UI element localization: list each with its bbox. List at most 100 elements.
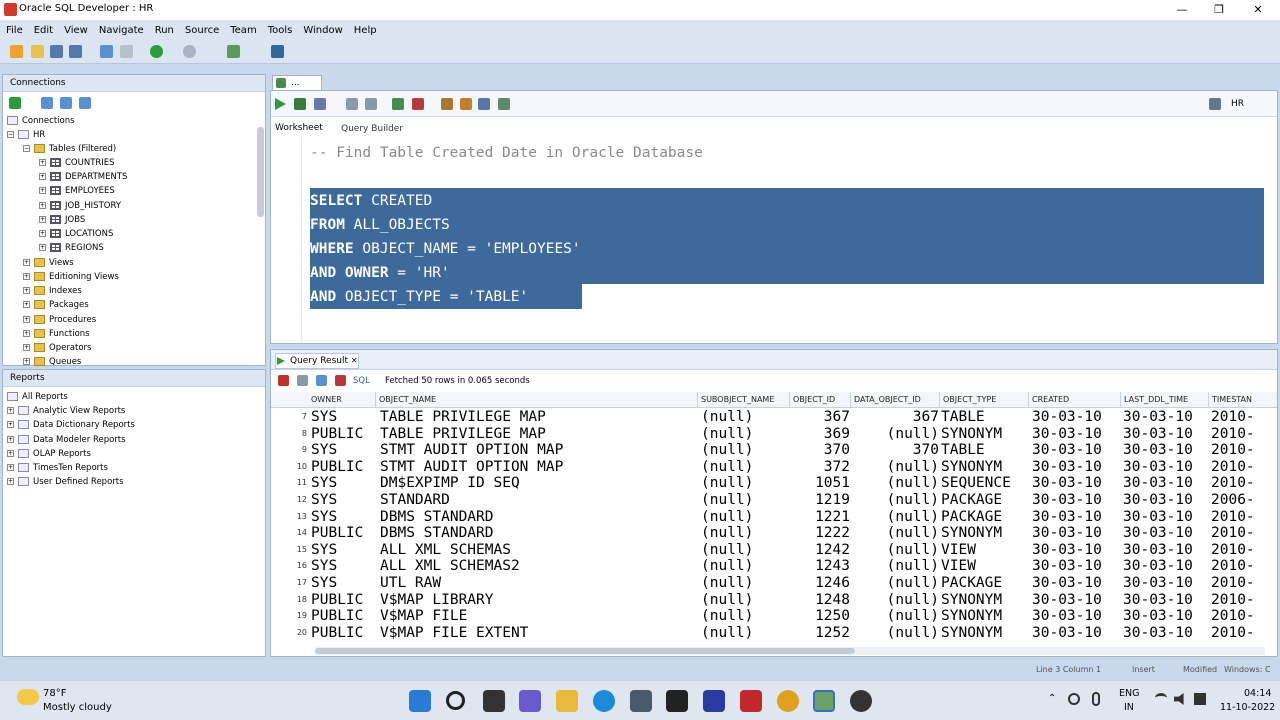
table-cell[interactable]: 1252: [790, 625, 850, 642]
report-item[interactable]: All Reports: [7, 390, 68, 404]
back-icon[interactable]: [150, 45, 163, 58]
table-cell[interactable]: 2010-: [1211, 525, 1277, 542]
table-cell[interactable]: (null): [851, 459, 939, 476]
table-cell[interactable]: 2010-: [1211, 575, 1277, 592]
table-cell[interactable]: SYNONYM: [941, 625, 1029, 642]
report-item[interactable]: + Data Modeler Reports: [7, 433, 126, 447]
table-cell[interactable]: ALL XML SCHEMAS: [380, 542, 698, 559]
add-connection-icon[interactable]: [9, 97, 21, 109]
explain-plan-icon[interactable]: [346, 98, 358, 110]
refresh-icon[interactable]: [316, 375, 327, 386]
table-row[interactable]: 8 PUBLIC TABLE PRIVILEGE MAP (null) 369 (null…: [271, 426, 1276, 443]
table-cell[interactable]: SYS: [311, 442, 379, 459]
table-cell[interactable]: 370: [790, 442, 850, 459]
run-script-icon[interactable]: [294, 98, 306, 110]
column-header[interactable]: OBJECT_NAME: [376, 392, 698, 408]
tree-node-views[interactable]: + Views: [23, 256, 74, 270]
tree-table[interactable]: + DEPARTMENTS: [39, 170, 127, 184]
table-cell[interactable]: 1248: [790, 592, 850, 609]
table-cell[interactable]: 30-03-10: [1032, 492, 1120, 509]
table-cell[interactable]: 30-03-10: [1123, 442, 1209, 459]
table-cell[interactable]: (null): [701, 426, 787, 443]
menu-help[interactable]: Help: [354, 25, 377, 36]
table-cell[interactable]: (null): [851, 542, 939, 559]
table-cell[interactable]: SEQUENCE: [941, 475, 1029, 492]
table-cell[interactable]: (null): [701, 542, 787, 559]
table-cell[interactable]: 30-03-10: [1123, 608, 1209, 625]
table-cell[interactable]: (null): [851, 592, 939, 609]
table-cell[interactable]: (null): [701, 625, 787, 642]
table-cell[interactable]: PACKAGE: [941, 492, 1029, 509]
new-icon[interactable]: [10, 45, 23, 58]
table-cell[interactable]: 30-03-10: [1123, 475, 1209, 492]
table-cell[interactable]: 30-03-10: [1123, 409, 1209, 426]
table-cell[interactable]: 30-03-10: [1032, 608, 1120, 625]
horizontal-scrollbar[interactable]: [315, 647, 1265, 655]
start-icon[interactable]: [409, 690, 431, 712]
app-icon[interactable]: [850, 690, 872, 712]
table-cell[interactable]: 372: [790, 459, 850, 476]
table-cell[interactable]: 1051: [790, 475, 850, 492]
history-icon[interactable]: [478, 98, 490, 110]
table-cell[interactable]: 2010-: [1211, 426, 1277, 443]
table-cell[interactable]: 30-03-10: [1032, 558, 1120, 575]
menu-run[interactable]: Run: [155, 25, 174, 36]
table-row[interactable]: 10 PUBLIC STMT AUDIT OPTION MAP (null) 372 (n…: [271, 459, 1276, 476]
table-cell[interactable]: (null): [851, 475, 939, 492]
table-cell[interactable]: UTL RAW: [380, 575, 698, 592]
tree-table[interactable]: + REGIONS: [39, 241, 104, 255]
debug-icon[interactable]: [227, 45, 240, 58]
tree-table[interactable]: + EMPLOYEES: [39, 184, 115, 198]
table-row[interactable]: 20 PUBLIC V$MAP FILE EXTENT (null) 1252 (null…: [271, 625, 1276, 642]
column-header[interactable]: DATA_OBJECT_ID: [851, 392, 940, 408]
table-cell[interactable]: 1221: [790, 509, 850, 526]
volume-icon[interactable]: [1174, 693, 1184, 705]
report-item[interactable]: + OLAP Reports: [7, 447, 91, 461]
table-row[interactable]: 16 SYS ALL XML SCHEMAS2 (null) 1243 (null) VIE…: [271, 558, 1276, 575]
table-cell[interactable]: 30-03-10: [1123, 525, 1209, 542]
table-cell[interactable]: 2010-: [1211, 625, 1277, 642]
table-cell[interactable]: PUBLIC: [311, 525, 379, 542]
save-all-icon[interactable]: [69, 45, 82, 58]
table-cell[interactable]: SYS: [311, 475, 379, 492]
table-cell[interactable]: 2010-: [1211, 459, 1277, 476]
clear-icon[interactable]: [460, 98, 472, 110]
table-cell[interactable]: VIEW: [941, 542, 1029, 559]
print-icon[interactable]: [297, 375, 308, 386]
close-icon[interactable]: ✕: [351, 356, 358, 365]
table-cell[interactable]: ALL XML SCHEMAS2: [380, 558, 698, 575]
table-cell[interactable]: (null): [701, 525, 787, 542]
report-item[interactable]: + User Defined Reports: [7, 475, 124, 489]
table-cell[interactable]: (null): [701, 459, 787, 476]
table-cell[interactable]: VIEW: [941, 558, 1029, 575]
table-cell[interactable]: STMT AUDIT OPTION MAP: [380, 442, 698, 459]
redo-icon[interactable]: [120, 45, 133, 58]
undo-icon[interactable]: [100, 45, 113, 58]
table-cell[interactable]: SYS: [311, 492, 379, 509]
weather-temp[interactable]: 78°F: [43, 688, 66, 699]
table-cell[interactable]: (null): [851, 575, 939, 592]
table-cell[interactable]: V$MAP FILE EXTENT: [380, 625, 698, 642]
table-cell[interactable]: SYS: [311, 575, 379, 592]
weather-icon[interactable]: [17, 689, 39, 705]
report-item[interactable]: + TimesTen Reports: [7, 461, 108, 475]
table-cell[interactable]: 1219: [790, 492, 850, 509]
chat-icon[interactable]: [519, 690, 541, 712]
table-cell[interactable]: PACKAGE: [941, 575, 1029, 592]
table-cell[interactable]: 370: [851, 442, 939, 459]
table-cell[interactable]: 30-03-10: [1032, 592, 1120, 609]
table-cell[interactable]: 30-03-10: [1123, 625, 1209, 642]
table-cell[interactable]: 367: [851, 409, 939, 426]
cancel-icon[interactable]: [335, 375, 346, 386]
tree-tables-node[interactable]: − Tables (Filtered): [23, 142, 116, 156]
sql-tuning-icon[interactable]: [365, 98, 377, 110]
table-cell[interactable]: (null): [851, 608, 939, 625]
table-row[interactable]: 15 SYS ALL XML SCHEMAS (null) 1242 (null) VIEW…: [271, 542, 1276, 559]
table-cell[interactable]: PUBLIC: [311, 608, 379, 625]
table-cell[interactable]: 1242: [790, 542, 850, 559]
table-cell[interactable]: (null): [701, 592, 787, 609]
code-editor[interactable]: -- Find Table Created Date in Oracle Dat…: [301, 137, 1265, 342]
tree-table[interactable]: + LOCATIONS: [39, 227, 113, 241]
rollback-icon[interactable]: [412, 98, 424, 110]
result-grid[interactable]: 7 SYS TABLE PRIVILEGE MAP (null) 367 367 TABLE…: [271, 409, 1277, 644]
